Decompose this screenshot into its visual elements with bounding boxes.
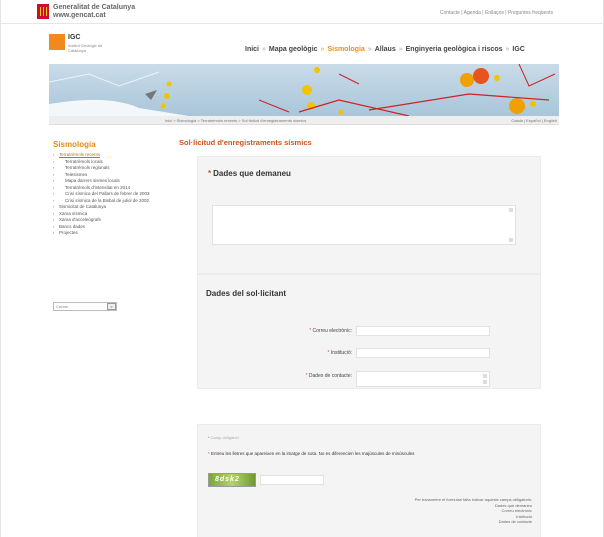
- required-marker: *: [208, 169, 212, 178]
- nav-item-mapa-geol-gic[interactable]: Mapa geològic: [269, 46, 318, 53]
- breadcrumb[interactable]: Inici > Sismologia > Terratrèmols recent…: [165, 118, 306, 123]
- applicant-panel: Dades del sol·licitant * Correu electròn…: [197, 274, 541, 389]
- nav-separator: »: [398, 46, 403, 53]
- contact-field[interactable]: [356, 371, 490, 387]
- map-banner: [49, 64, 559, 116]
- applicant-title: Dades del sol·licitant: [206, 289, 287, 298]
- gov-bar: Generalitat de Catalunya www.gencat.cat …: [1, 0, 603, 24]
- nav-separator: »: [262, 46, 266, 53]
- required-notes-heading: Per transmetre el formulari falta indica…: [414, 497, 532, 502]
- gov-links[interactable]: Contacte | Agenda | Enllaços | Preguntes…: [440, 10, 553, 16]
- captcha-input[interactable]: [260, 475, 324, 485]
- contact-row: * Dades de contacte:: [198, 371, 542, 387]
- nav-separator: »: [320, 46, 325, 53]
- email-field[interactable]: [356, 326, 490, 336]
- institution-field[interactable]: [356, 348, 490, 358]
- nav-separator: »: [505, 46, 510, 53]
- requested-data-textarea[interactable]: [212, 205, 516, 245]
- captcha-panel: * Camp obligatori * Entreu les lletres q…: [197, 424, 541, 537]
- captcha-instructions: * Entreu les lletres que apareixen en la…: [208, 451, 415, 456]
- sidebar-item[interactable]: Projectes: [53, 230, 157, 237]
- nav-item-enginyeria-geol-gica-i-riscos[interactable]: Enginyeria geològica i riscos: [406, 46, 503, 53]
- nav-item-allaus[interactable]: Allaus: [375, 46, 396, 53]
- required-note-item[interactable]: Dades de contacte: [415, 519, 532, 525]
- contact-label: * Dades de contacte:: [305, 373, 352, 379]
- main-nav: Inici» Mapa geològic» Sismologia» Allaus» En…: [245, 46, 525, 53]
- captcha-required-label: * Camp obligatori: [208, 435, 239, 440]
- institution-row: * Institució:: [198, 348, 542, 358]
- email-label: * Correu electrònic:: [309, 328, 352, 334]
- page-root: Generalitat de Catalunya www.gencat.cat …: [0, 0, 604, 537]
- requested-data-label: * Dades que demaneu: [208, 169, 291, 178]
- required-notes: Per transmetre el formulari falta indica…: [415, 497, 532, 525]
- igc-logo-icon[interactable]: [49, 34, 65, 50]
- gov-name-title: Generalitat de Catalunya: [53, 4, 136, 11]
- language-switcher[interactable]: Català | Español | English: [511, 118, 557, 123]
- sidebar: Sismologia Terratrèmols recentsTerratrèm…: [53, 128, 157, 311]
- sidebar-search-button[interactable]: »: [107, 303, 116, 310]
- nav-item-igc[interactable]: IGC: [512, 46, 524, 53]
- captcha-image: [208, 473, 256, 487]
- igc-subtitle: Institut Geològic de Catalunya: [68, 43, 103, 53]
- nav-item-inici[interactable]: Inici: [245, 46, 259, 53]
- gov-name[interactable]: Generalitat de Catalunya www.gencat.cat: [53, 4, 135, 20]
- igc-logo-text[interactable]: IGC: [68, 34, 80, 41]
- site-header: IGC Institut Geològic de Catalunya Inici…: [49, 28, 559, 68]
- textarea-scrollbar[interactable]: [509, 208, 513, 242]
- seismic-map-illustration: [49, 64, 556, 116]
- contact-scrollbar[interactable]: [483, 374, 487, 384]
- gov-url: www.gencat.cat: [53, 12, 106, 19]
- requested-data-panel: * Dades que demaneu: [197, 156, 541, 274]
- sidebar-list: Terratrèmols recentsTerratrèmols localsT…: [53, 152, 157, 237]
- page-title: Sol·licitud d'enregistraments sísmics: [179, 138, 312, 147]
- email-row: * Correu electrònic:: [198, 326, 542, 336]
- sidebar-title[interactable]: Sismologia: [53, 140, 157, 149]
- generalitat-logo-icon[interactable]: [37, 4, 49, 19]
- nav-separator: »: [367, 46, 372, 53]
- nav-item-sismologia[interactable]: Sismologia: [327, 46, 364, 53]
- institution-label: * Institució:: [327, 350, 352, 356]
- breadcrumb-bar: Inici > Sismologia > Terratrèmols recent…: [49, 116, 559, 125]
- requested-data-text: Dades que demaneu: [213, 169, 291, 178]
